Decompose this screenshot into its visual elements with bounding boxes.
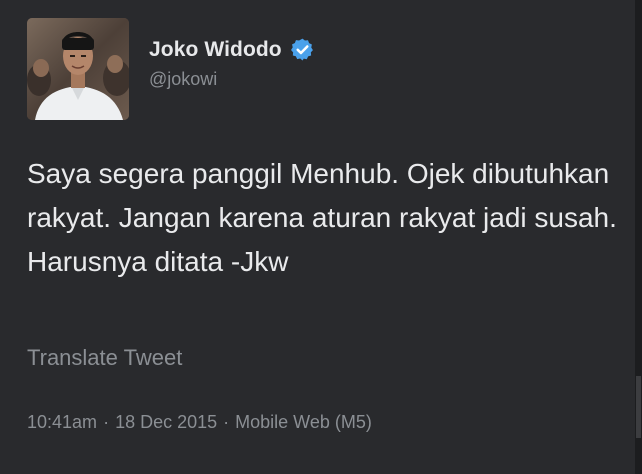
avatar[interactable] <box>27 18 129 120</box>
translate-tweet-link[interactable]: Translate Tweet <box>27 345 182 371</box>
tweet-source: Mobile Web (M5) <box>235 412 372 432</box>
author-name-row[interactable]: Joko Widodo <box>149 37 315 62</box>
metadata-separator: · <box>103 412 110 432</box>
tweet-metadata: 10:41am · 18 Dec 2015 · Mobile Web (M5) <box>27 412 372 433</box>
author-display-name[interactable]: Joko Widodo <box>149 38 282 62</box>
scrollbar-track[interactable] <box>635 0 642 474</box>
tweet-text: Saya segera panggil Menhub. Ojek dibutuh… <box>27 158 617 277</box>
tweet-time[interactable]: 10:41am <box>27 412 97 433</box>
tweet-date[interactable]: 18 Dec 2015 <box>115 412 217 433</box>
metadata-separator: · <box>223 412 230 432</box>
tweet-card: Joko Widodo @jokowi Saya segera panggil … <box>0 0 642 474</box>
tweet-header: Joko Widodo @jokowi <box>27 18 427 120</box>
scrollbar-thumb[interactable] <box>636 376 641 438</box>
avatar-photo <box>27 18 129 120</box>
author-handle[interactable]: @jokowi <box>149 69 217 90</box>
verified-badge-icon <box>290 37 315 62</box>
